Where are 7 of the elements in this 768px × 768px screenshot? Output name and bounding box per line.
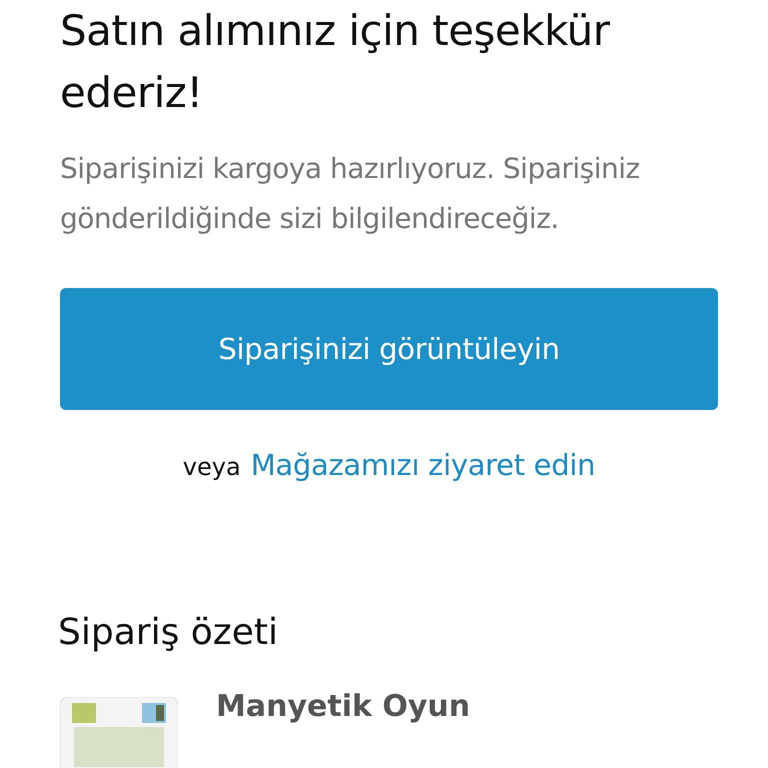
order-summary-heading: Sipariş özeti: [58, 612, 279, 653]
visit-store-link[interactable]: Mağazamızı ziyaret edin: [250, 448, 596, 482]
or-label: veya: [182, 453, 241, 481]
thank-you-heading: Satın alımınız için teşekkür ederiz!: [60, 5, 611, 119]
product-name: Manyetik Oyun: [216, 689, 470, 724]
order-message: Siparişinizi kargoya hazırlıyoruz. Siparişiniz gönderildiğinde sizi bilgilendireceğiz.: [60, 151, 641, 237]
view-order-button[interactable]: Siparişinizi görüntüleyin: [60, 288, 718, 410]
